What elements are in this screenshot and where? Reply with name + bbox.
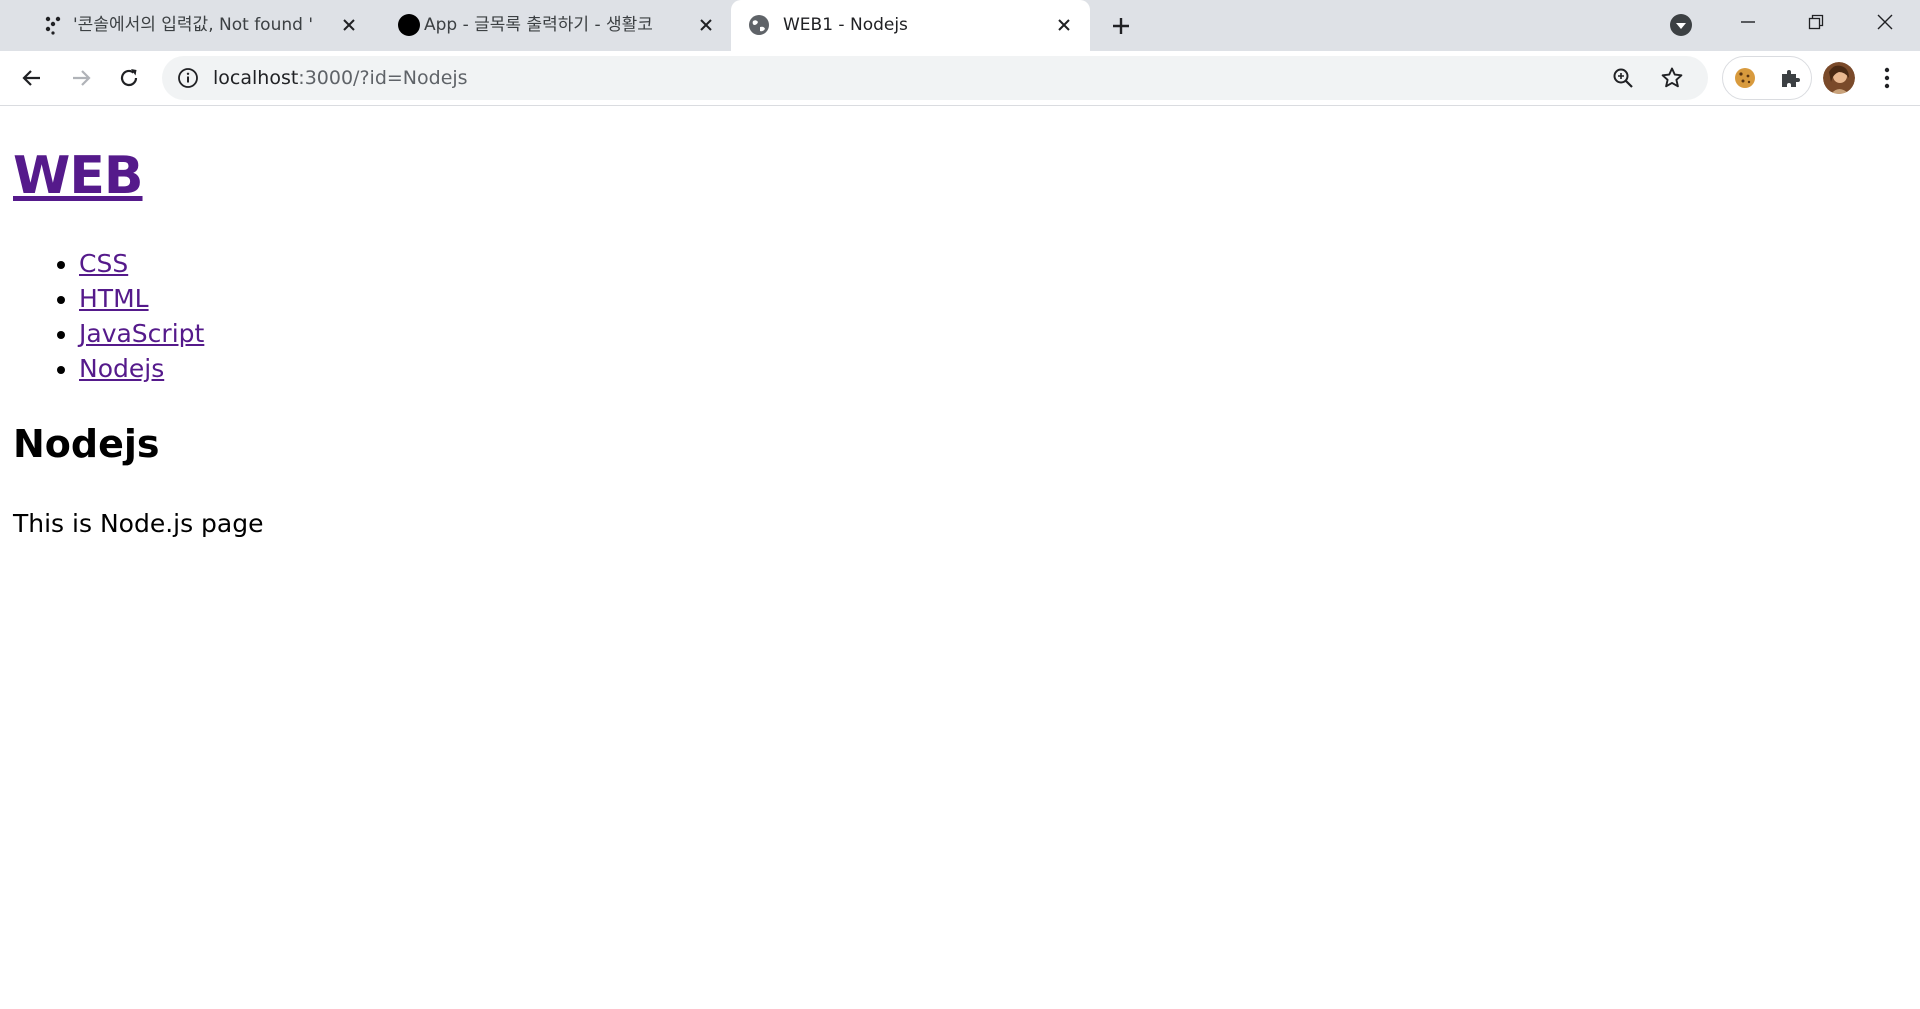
browser-toolbar: localhost:3000/?id=Nodejs	[0, 51, 1920, 106]
bookmark-star-icon[interactable]	[1660, 66, 1684, 90]
tab-web1-nodejs[interactable]: WEB1 - Nodejs	[731, 0, 1090, 51]
tab-title: WEB1 - Nodejs	[783, 15, 908, 35]
page-heading: Nodejs	[13, 422, 160, 466]
restore-button[interactable]	[1786, 0, 1846, 44]
site-title: WEB	[13, 144, 144, 208]
zoom-icon[interactable]	[1612, 67, 1634, 89]
page-description: This is Node.js page	[13, 509, 264, 538]
minimize-button[interactable]	[1718, 0, 1778, 44]
topic-nav-list: CSS HTML JavaScript Nodejs	[0, 246, 204, 386]
url-path: :3000/?id=Nodejs	[298, 67, 468, 89]
close-window-button[interactable]	[1855, 0, 1915, 44]
page-content: WEB CSS HTML JavaScript Nodejs Nodejs Th…	[0, 106, 1920, 1009]
site-title-link[interactable]: WEB	[13, 146, 144, 206]
list-item: JavaScript	[79, 316, 204, 351]
tab-title: '콘솔에서의 입력값, Not found '	[73, 15, 313, 35]
close-tab-icon[interactable]	[1053, 14, 1075, 36]
browser-menu-icon[interactable]	[1875, 65, 1899, 91]
close-tab-icon[interactable]	[338, 14, 360, 36]
list-item: CSS	[79, 246, 204, 281]
new-tab-button[interactable]	[1108, 13, 1134, 39]
tab-console-input[interactable]: '콘솔에서의 입력값, Not found '	[16, 0, 372, 51]
list-item: HTML	[79, 281, 204, 316]
back-button[interactable]	[18, 64, 46, 92]
forward-button[interactable]	[67, 64, 95, 92]
close-tab-icon[interactable]	[695, 14, 717, 36]
profile-avatar[interactable]	[1823, 62, 1855, 94]
black-circle-favicon-icon	[398, 14, 420, 36]
address-bar[interactable]: localhost:3000/?id=Nodejs	[162, 56, 1708, 100]
site-info-icon[interactable]	[177, 67, 199, 89]
reload-button[interactable]	[115, 64, 143, 92]
nav-link-nodejs[interactable]: Nodejs	[79, 354, 164, 383]
list-item: Nodejs	[79, 351, 204, 386]
nav-link-javascript[interactable]: JavaScript	[79, 319, 204, 348]
nav-link-css[interactable]: CSS	[79, 249, 128, 278]
tab-app-list[interactable]: App - 글목록 출력하기 - 생활코	[372, 0, 730, 51]
extensions-group	[1722, 56, 1812, 100]
tab-search-button[interactable]	[1651, 3, 1711, 47]
url-host: localhost	[213, 67, 299, 89]
dots-favicon-icon	[42, 14, 64, 36]
globe-icon	[748, 14, 770, 36]
puzzle-extensions-icon[interactable]	[1779, 67, 1801, 89]
nav-link-html[interactable]: HTML	[79, 284, 149, 313]
tab-title: App - 글목록 출력하기 - 생활코	[424, 15, 653, 35]
url-text[interactable]: localhost:3000/?id=Nodejs	[213, 66, 468, 90]
cookie-extension-icon[interactable]	[1733, 66, 1757, 90]
tab-strip: '콘솔에서의 입력값, Not found ' App - 글목록 출력하기 -…	[0, 0, 1920, 51]
